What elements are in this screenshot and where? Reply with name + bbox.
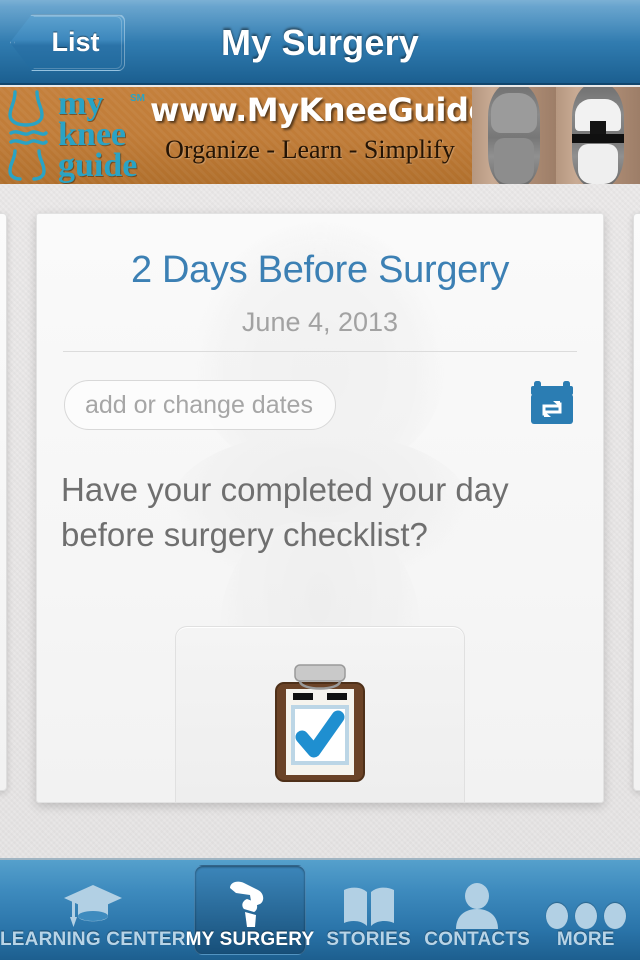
dot-1 <box>545 903 568 929</box>
card-date: June 4, 2013 <box>241 307 399 337</box>
xray-femur <box>491 93 537 133</box>
tab-label: MY SURGERY <box>185 929 315 950</box>
tab-label: STORIES <box>326 929 411 950</box>
xray-implant-spacer <box>572 134 624 143</box>
dot-3 <box>603 903 626 929</box>
checklist-question: Have your completed your day before surg… <box>61 471 509 553</box>
tab-label: CONTACTS <box>424 929 531 950</box>
knee-joint-logo-icon <box>8 90 48 181</box>
xray-implant-tibial-component <box>578 144 618 184</box>
knee-implant-icon <box>224 877 276 929</box>
card-title: 2 Days Before Surgery <box>130 249 510 291</box>
tab-stories[interactable]: STORIES <box>314 860 423 960</box>
open-book-icon <box>341 877 397 929</box>
ellipsis-icon <box>545 877 626 929</box>
logo-line-knee: knee <box>58 116 126 153</box>
tab-my-surgery[interactable]: MY SURGERY <box>186 860 315 960</box>
tab-bar: LEARNING CENTER MY SURGERY STORIES CONTA… <box>0 858 640 960</box>
carousel-card-previous[interactable] <box>0 213 7 791</box>
surgery-day-card: 2 Days Before Surgery June 4, 2013 Have … <box>36 213 604 803</box>
person-icon <box>453 877 501 929</box>
logo-line-guide: guide <box>58 147 138 184</box>
carousel-card-next[interactable] <box>633 213 640 791</box>
advertisement-banner[interactable]: my knee guide SM www.MyKneeGuide.com Org… <box>0 87 640 184</box>
tab-label: MORE <box>556 929 615 950</box>
tab-more[interactable]: MORE <box>531 860 640 960</box>
back-button-label: List <box>51 27 100 57</box>
ellipsis-dots <box>545 903 626 929</box>
clipboard-check-icon <box>264 659 376 785</box>
back-button-list[interactable]: List <box>10 14 125 71</box>
dot-2 <box>574 903 597 929</box>
banner-tagline: Organize - Learn - Simplify <box>165 135 455 164</box>
xray-tibia <box>494 138 534 184</box>
tab-label: LEARNING CENTER <box>0 929 186 950</box>
date-input[interactable] <box>64 380 336 430</box>
content-area: 2 Days Before Surgery June 4, 2013 Have … <box>0 184 640 858</box>
checklist-button[interactable] <box>175 626 465 802</box>
tab-learning-center[interactable]: LEARNING CENTER <box>0 860 186 960</box>
calendar-repeat-icon[interactable] <box>529 380 575 426</box>
natural-knee-xray-image <box>472 87 556 184</box>
banner-xray-images <box>472 87 640 184</box>
navigation-bar: List My Surgery <box>0 0 640 85</box>
graduation-cap-icon <box>62 877 124 929</box>
knee-implant-xray-image <box>556 87 640 184</box>
card-divider <box>63 351 577 352</box>
trademark-mark: SM <box>130 93 145 104</box>
tab-contacts[interactable]: CONTACTS <box>423 860 532 960</box>
banner-url-text: www.MyKneeGuide.com <box>150 91 575 129</box>
mykneeguide-logo: my knee guide SM <box>6 87 156 184</box>
